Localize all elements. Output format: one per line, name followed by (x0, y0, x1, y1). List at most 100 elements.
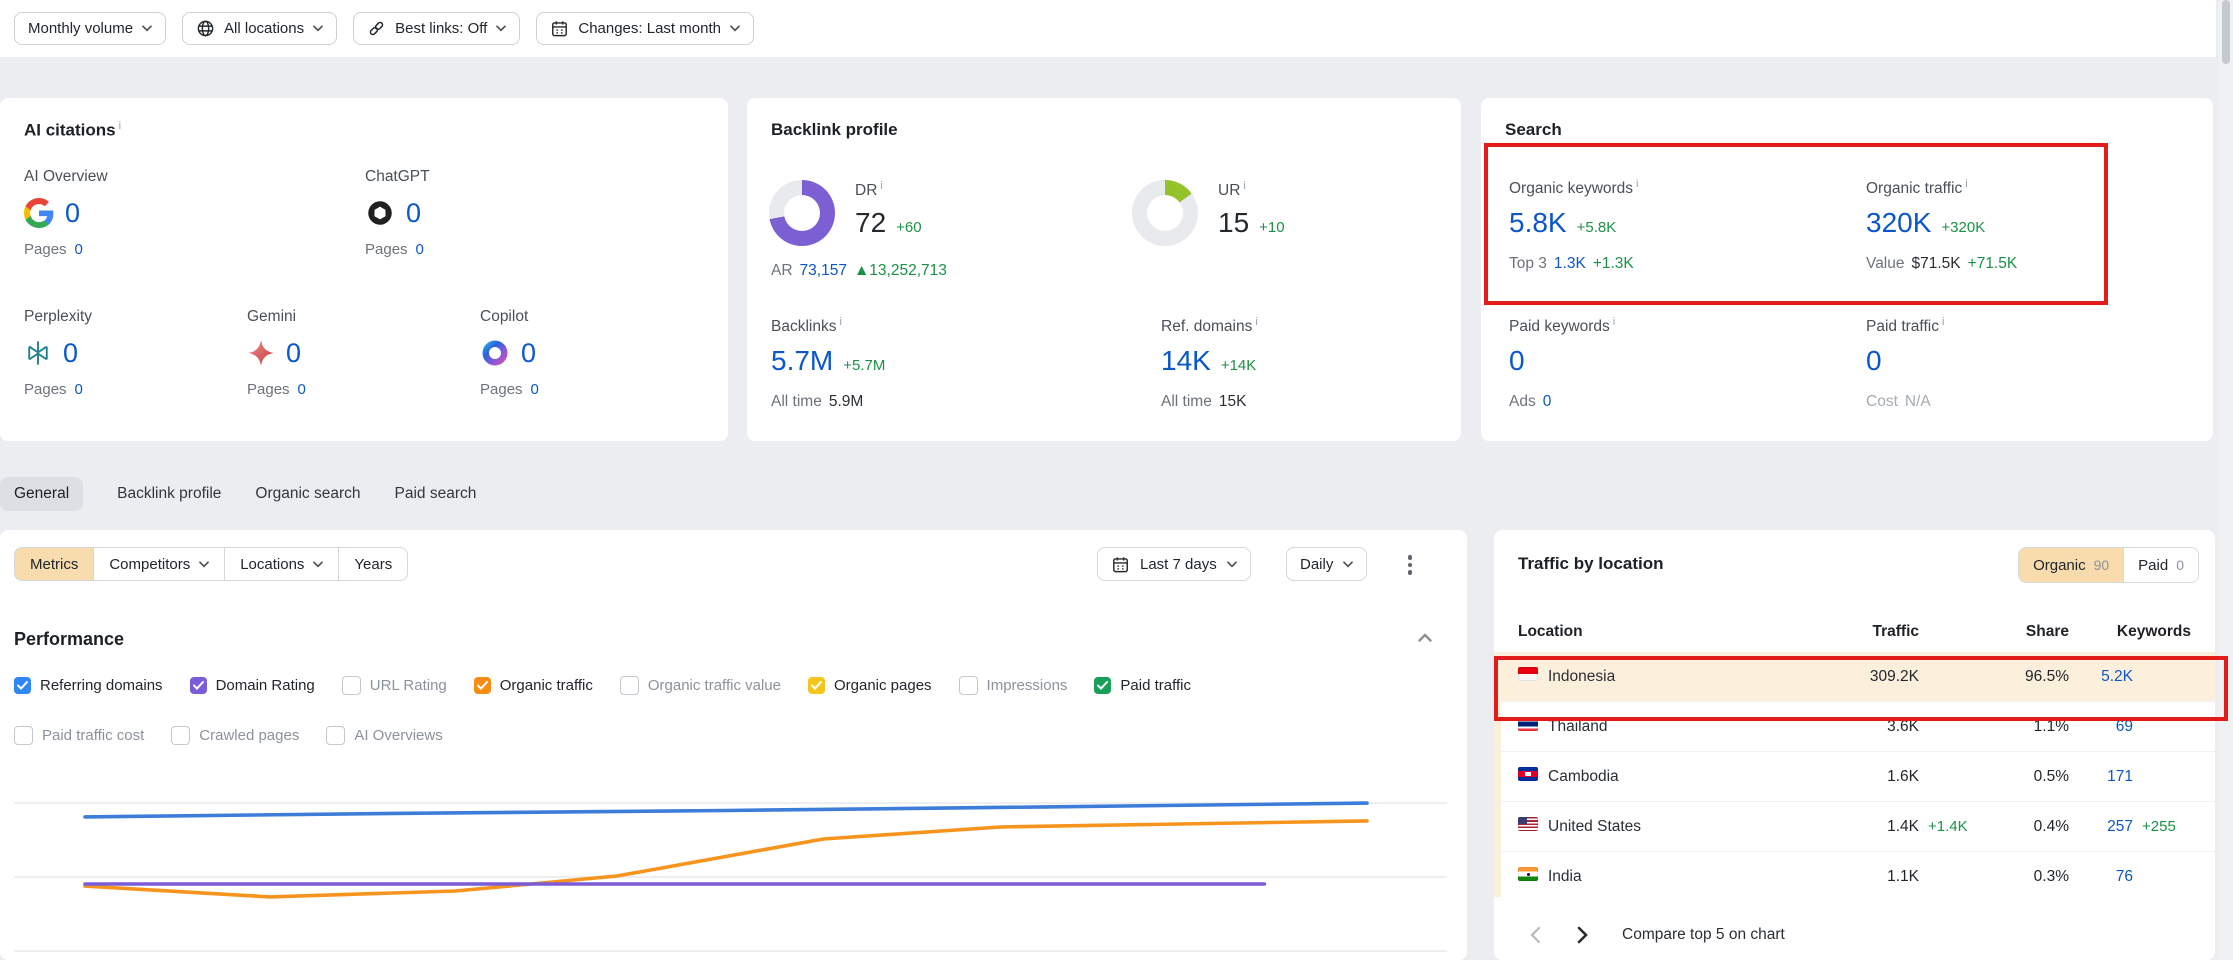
pages-count[interactable]: 0 (531, 381, 539, 398)
checkbox-organic-pages[interactable]: Organic pages (808, 677, 932, 694)
citations-count[interactable]: 0 (521, 338, 536, 369)
tab-backlink-profile[interactable]: Backlink profile (117, 485, 221, 503)
segment-metrics[interactable]: Metrics (14, 547, 94, 581)
scrollbar-track[interactable] (2218, 0, 2233, 960)
text-token: +1.3K (1593, 255, 1634, 273)
performance-chart (14, 770, 1447, 960)
checkbox-crawled-pages[interactable]: Crawled pages (171, 726, 299, 745)
checkbox-label: Paid traffic cost (42, 727, 144, 744)
checkbox-url-rating[interactable]: URL Rating (342, 676, 447, 695)
checkbox-domain-rating[interactable]: Domain Rating (190, 677, 315, 694)
keywords-link[interactable]: 76 (2069, 868, 2133, 886)
text-token: ▲13,252,713 (854, 262, 947, 280)
location-name: Cambodia (1548, 768, 1789, 786)
pages-count[interactable]: 0 (416, 241, 424, 258)
cambodia-flag-icon (1518, 767, 1538, 781)
date-range-button[interactable]: Last 7 days (1097, 547, 1251, 581)
text-token: All time (771, 393, 822, 411)
toggle-organic[interactable]: Organic90 (2019, 548, 2123, 582)
pages-line: Pages0 (365, 241, 590, 258)
filter-all-locations[interactable]: All locations (182, 12, 337, 45)
checkbox-paid-traffic[interactable]: Paid traffic (1094, 677, 1191, 694)
metric-paid-keywords: Paid keywordsi0Ads0 (1509, 316, 1839, 411)
citations-count[interactable]: 0 (406, 198, 421, 229)
citations-count[interactable]: 0 (63, 338, 78, 369)
column-location[interactable]: Location (1518, 623, 1789, 641)
column-traffic[interactable]: Traffic (1789, 623, 1919, 641)
location-row-india[interactable]: India1.1K0.3%76 (1494, 851, 2215, 901)
checkbox-label: Organic traffic value (648, 677, 781, 694)
backlinks-value[interactable]: 5.7M (771, 345, 833, 377)
scrollbar-thumb[interactable] (2222, 0, 2230, 64)
text-token: +71.5K (1968, 255, 2018, 273)
ai-provider-ai-overview: AI Overview0Pages0 (24, 168, 249, 258)
provider-label: Perplexity (24, 308, 249, 326)
segment-years[interactable]: Years (338, 547, 408, 581)
filter-best-links-off[interactable]: Best links: Off (353, 12, 520, 45)
traffic-delta: +1.4K (1919, 818, 1981, 835)
checkbox-label: URL Rating (370, 677, 447, 694)
more-options-button[interactable] (1400, 554, 1420, 576)
metric-label: Paid traffici (1866, 316, 2196, 336)
keywords-link[interactable]: 5.2K (2069, 668, 2133, 686)
checkbox-ai-overviews[interactable]: AI Overviews (326, 726, 442, 745)
location-row-cambodia[interactable]: Cambodia1.6K0.5%171 (1494, 751, 2215, 801)
metric-value[interactable]: 0 (1866, 345, 1882, 377)
checkbox-organic-traffic[interactable]: Organic traffic (474, 677, 593, 694)
tab-paid-search[interactable]: Paid search (395, 485, 477, 503)
location-row-indonesia[interactable]: Indonesia309.2K96.5%5.2K (1494, 652, 2215, 701)
compare-top5-action[interactable]: Compare top 5 on chart (1622, 926, 1785, 944)
metric-value[interactable]: 5.8K (1509, 207, 1567, 239)
checked-checkbox (1094, 677, 1111, 694)
traffic-by-location-title: Traffic by location (1518, 554, 1663, 574)
keywords-link[interactable]: 69 (2069, 718, 2133, 736)
pages-label: Pages (247, 381, 290, 398)
location-row-thailand[interactable]: Thailand3.6K1.1%69 (1494, 701, 2215, 751)
ai-citations-card: AI citationsi AI Overview0Pages0ChatGPT0… (0, 98, 728, 441)
provider-label: ChatGPT (365, 168, 590, 186)
tab-general[interactable]: General (0, 477, 83, 511)
column-keywords[interactable]: Keywords (2069, 623, 2191, 641)
toggle-paid[interactable]: Paid0 (2123, 548, 2198, 582)
checkbox-referring-domains[interactable]: Referring domains (14, 677, 163, 694)
citations-count[interactable]: 0 (286, 338, 301, 369)
checkbox-impressions[interactable]: Impressions (959, 676, 1068, 695)
metric-value[interactable]: 320K (1866, 207, 1931, 239)
metric-value-row: 0 (1509, 345, 1839, 377)
ahrefs-rank-line[interactable]: AR73,157▲13,252,713 (771, 262, 947, 280)
keywords-link[interactable]: 171 (2069, 768, 2133, 786)
ref-domains-value[interactable]: 14K (1161, 345, 1211, 377)
keywords-link[interactable]: 257 (2069, 818, 2133, 836)
united-states-flag-icon (1518, 817, 1538, 831)
filter-changes-last-month[interactable]: Changes: Last month (536, 12, 754, 45)
filter-monthly-volume[interactable]: Monthly volume (14, 12, 166, 45)
ur-label: URi (1218, 180, 1285, 200)
segment-locations[interactable]: Locations (224, 547, 339, 581)
granularity-button[interactable]: Daily (1286, 547, 1367, 581)
flag-chakra (1527, 873, 1530, 876)
text-token: 1.3K (1554, 255, 1586, 273)
location-row-united-states[interactable]: United States1.4K+1.4K0.4%257+255 (1494, 801, 2215, 851)
tab-organic-search[interactable]: Organic search (255, 485, 360, 503)
column-share[interactable]: Share (1981, 623, 2069, 641)
next-page-button[interactable] (1566, 918, 1600, 952)
pages-count[interactable]: 0 (298, 381, 306, 398)
calendar-icon (550, 19, 569, 38)
checkbox-paid-traffic-cost[interactable]: Paid traffic cost (14, 726, 144, 745)
google-icon (24, 198, 54, 228)
prev-page-button[interactable] (1518, 918, 1552, 952)
pages-count[interactable]: 0 (75, 381, 83, 398)
pages-label: Pages (24, 381, 67, 398)
citations-count[interactable]: 0 (65, 198, 80, 229)
metric-value[interactable]: 0 (1509, 345, 1525, 377)
info-icon: i (1255, 316, 1257, 328)
location-name: Thailand (1548, 718, 1789, 736)
chevron-up-icon[interactable] (1418, 633, 1432, 642)
pages-count[interactable]: 0 (75, 241, 83, 258)
metric-organic-traffic: Organic traffici320K+320KValue$71.5K+71.… (1866, 178, 2196, 273)
segment-competitors[interactable]: Competitors (93, 547, 225, 581)
text-token: N/A (1905, 393, 1931, 411)
location-table-header: Location Traffic Share Keywords (1494, 612, 2233, 653)
checkbox-organic-traffic-value[interactable]: Organic traffic value (620, 676, 781, 695)
performance-panel: MetricsCompetitorsLocationsYears Last 7 … (0, 530, 1467, 960)
